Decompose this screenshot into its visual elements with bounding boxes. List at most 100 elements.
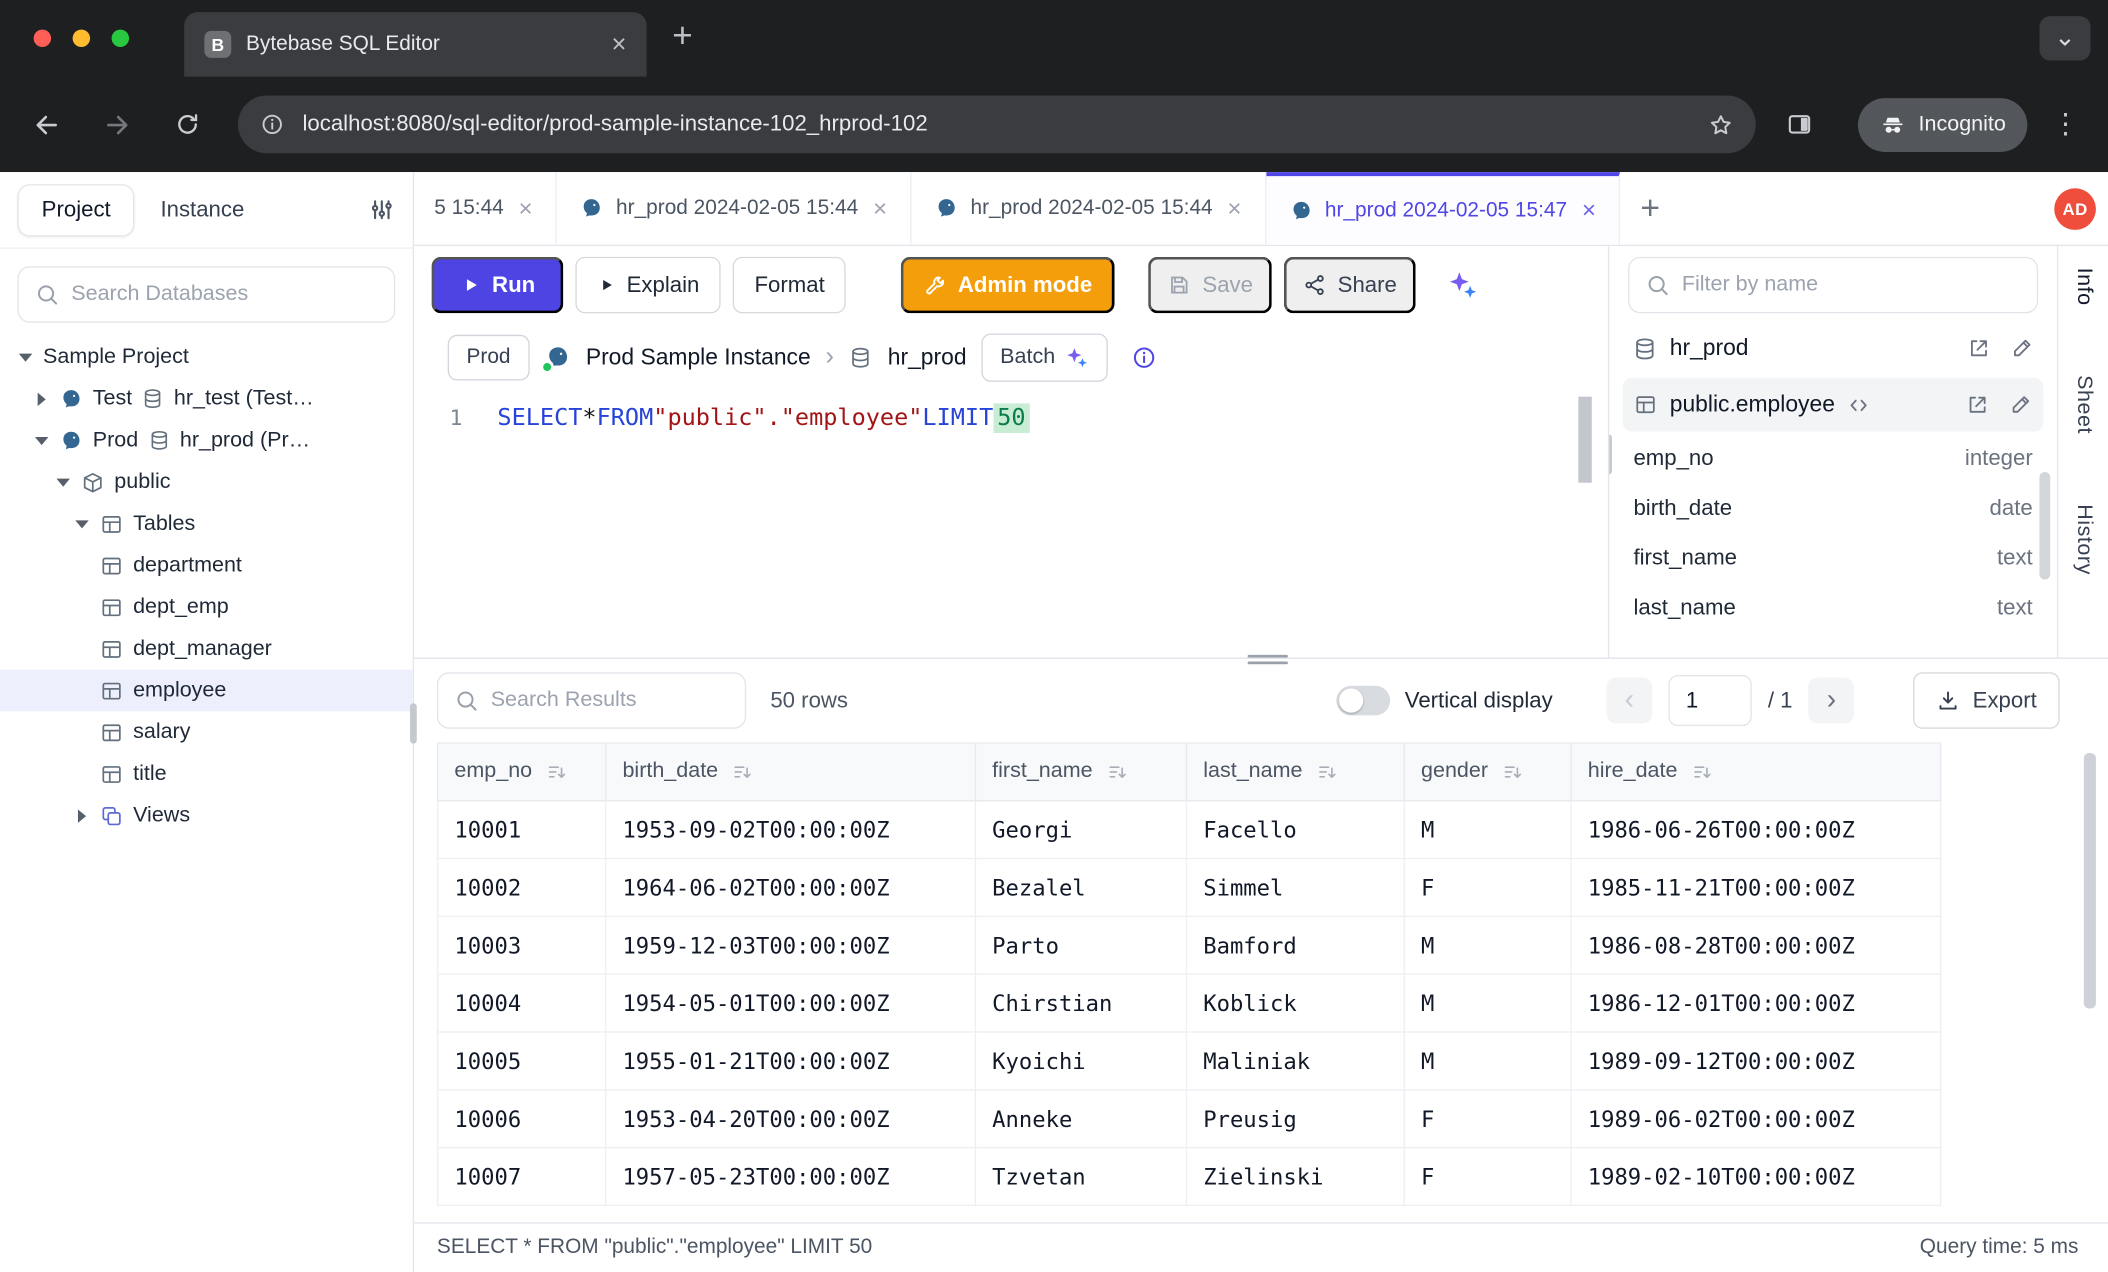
column-header[interactable]: last_name — [1186, 743, 1404, 801]
rail-tab-info[interactable]: Info — [2071, 268, 2095, 306]
tree-item-table[interactable]: department — [0, 545, 413, 587]
window-maximize-button[interactable] — [112, 30, 129, 47]
caret-down-icon[interactable] — [73, 520, 90, 528]
external-link-icon[interactable] — [1967, 336, 1991, 360]
browser-menu-icon[interactable]: ⋮ — [2052, 108, 2080, 142]
bookmark-star-icon[interactable] — [1707, 111, 1734, 138]
new-query-tab-button[interactable]: + — [1620, 172, 1680, 245]
tree-item-table[interactable]: dept_emp — [0, 586, 413, 628]
site-info-icon[interactable] — [259, 112, 285, 138]
ai-sparkle-icon[interactable] — [1447, 269, 1479, 301]
column-header[interactable]: hire_date — [1571, 743, 1941, 801]
tab-instance[interactable]: Instance — [143, 185, 262, 235]
database-search[interactable] — [17, 266, 395, 322]
batch-mode-chip[interactable]: Batch — [981, 333, 1107, 381]
table-row[interactable]: 100011953-09-02T00:00:00ZGeorgiFacelloM1… — [438, 801, 1941, 859]
table-cell[interactable]: 1953-04-20T00:00:00Z — [606, 1090, 976, 1148]
table-cell[interactable]: Georgi — [975, 801, 1186, 859]
table-cell[interactable]: 1959-12-03T00:00:00Z — [606, 916, 976, 974]
sort-icon[interactable] — [1316, 760, 1339, 783]
panel-resize-handle[interactable] — [1608, 434, 1612, 474]
table-cell[interactable]: 1989-02-10T00:00:00Z — [1571, 1148, 1941, 1206]
page-number-input[interactable] — [1668, 675, 1751, 726]
sort-icon[interactable] — [546, 760, 569, 783]
column-header[interactable]: birth_date — [606, 743, 976, 801]
table-cell[interactable]: 10004 — [438, 974, 606, 1032]
close-icon[interactable]: × — [873, 194, 887, 222]
table-cell[interactable]: F — [1404, 859, 1571, 917]
database-name[interactable]: hr_prod — [888, 344, 967, 371]
table-cell[interactable]: 10003 — [438, 916, 606, 974]
column-row[interactable]: birth_date date — [1609, 484, 2057, 534]
table-cell[interactable]: 1953-09-02T00:00:00Z — [606, 801, 976, 859]
editor-scrollbar[interactable] — [1578, 397, 1591, 483]
user-avatar[interactable]: AD — [2054, 188, 2096, 230]
new-tab-button[interactable]: + — [672, 17, 692, 52]
table-cell[interactable]: M — [1404, 801, 1571, 859]
table-cell[interactable]: 1989-06-02T00:00:00Z — [1571, 1090, 1941, 1148]
forward-button[interactable] — [90, 97, 144, 151]
tab-project[interactable]: Project — [17, 184, 134, 236]
schema-database-row[interactable]: hr_prod — [1609, 321, 2057, 375]
edit-icon[interactable] — [2009, 393, 2033, 417]
table-cell[interactable]: 1986-12-01T00:00:00Z — [1571, 974, 1941, 1032]
share-button[interactable]: Share — [1284, 257, 1416, 313]
rail-tab-sheet[interactable]: Sheet — [2071, 376, 2095, 435]
column-header[interactable]: emp_no — [438, 743, 606, 801]
tree-item-table[interactable]: dept_manager — [0, 628, 413, 670]
table-cell[interactable]: Parto — [975, 916, 1186, 974]
close-icon[interactable]: × — [1582, 196, 1596, 224]
table-cell[interactable]: Facello — [1186, 801, 1404, 859]
save-button[interactable]: Save — [1149, 257, 1272, 313]
environment-chip[interactable]: Prod — [448, 335, 530, 381]
table-cell[interactable]: M — [1404, 1032, 1571, 1090]
table-cell[interactable]: Koblick — [1186, 974, 1404, 1032]
prev-page-button[interactable]: ‹ — [1606, 678, 1652, 724]
caret-right-icon[interactable] — [32, 392, 49, 405]
filter-settings-icon[interactable] — [368, 196, 395, 223]
column-row[interactable]: last_name text — [1609, 584, 2057, 634]
table-cell[interactable]: Preusig — [1186, 1090, 1404, 1148]
browser-tab[interactable]: B Bytebase SQL Editor × — [184, 12, 646, 77]
back-button[interactable] — [20, 97, 74, 151]
tree-item-environment[interactable]: Test hr_test (Test… — [0, 378, 413, 420]
column-header[interactable]: first_name — [975, 743, 1186, 801]
filter-by-name-input[interactable] — [1682, 273, 2021, 297]
table-cell[interactable]: 1957-05-23T00:00:00Z — [606, 1148, 976, 1206]
table-cell[interactable]: M — [1404, 916, 1571, 974]
code-icon[interactable] — [1847, 393, 1870, 416]
schema-filter[interactable] — [1628, 257, 2038, 313]
close-icon[interactable]: × — [519, 194, 533, 222]
url-text[interactable]: localhost:8080/sql-editor/prod-sample-in… — [302, 112, 1690, 138]
table-cell[interactable]: M — [1404, 974, 1571, 1032]
table-cell[interactable]: Anneke — [975, 1090, 1186, 1148]
vertical-display-toggle[interactable] — [1336, 686, 1390, 716]
sort-icon[interactable] — [1691, 760, 1714, 783]
table-cell[interactable]: Bezalel — [975, 859, 1186, 917]
sort-icon[interactable] — [1106, 760, 1129, 783]
table-cell[interactable]: 1986-06-26T00:00:00Z — [1571, 801, 1941, 859]
tree-item-schema[interactable]: public — [0, 461, 413, 503]
table-cell[interactable]: 1985-11-21T00:00:00Z — [1571, 859, 1941, 917]
export-button[interactable]: Export — [1914, 672, 2060, 728]
external-link-icon[interactable] — [1966, 393, 1990, 417]
editor-tab-active[interactable]: hr_prod 2024-02-05 15:47 × — [1266, 172, 1620, 245]
tree-item-table[interactable]: title — [0, 753, 413, 795]
edit-icon[interactable] — [2010, 336, 2034, 360]
tree-item-tables[interactable]: Tables — [0, 503, 413, 545]
explain-button[interactable]: Explain — [576, 257, 721, 313]
column-row[interactable]: first_name text — [1609, 534, 2057, 584]
table-cell[interactable]: Chirstian — [975, 974, 1186, 1032]
format-button[interactable]: Format — [733, 257, 846, 313]
instance-name[interactable]: Prod Sample Instance — [586, 344, 811, 371]
table-cell[interactable]: Kyoichi — [975, 1032, 1186, 1090]
horizontal-splitter-handle[interactable] — [1248, 652, 1288, 665]
table-cell[interactable]: Simmel — [1186, 859, 1404, 917]
window-minimize-button[interactable] — [73, 30, 90, 47]
results-scrollbar[interactable] — [2084, 753, 2096, 1008]
caret-down-icon[interactable] — [16, 353, 33, 361]
editor-tab[interactable]: 5 15:44 × — [430, 172, 557, 245]
column-header[interactable]: gender — [1404, 743, 1571, 801]
reload-button[interactable] — [160, 97, 214, 151]
sql-editor[interactable]: 1SELECT * FROM "public"."employee" LIMIT… — [414, 391, 1608, 657]
